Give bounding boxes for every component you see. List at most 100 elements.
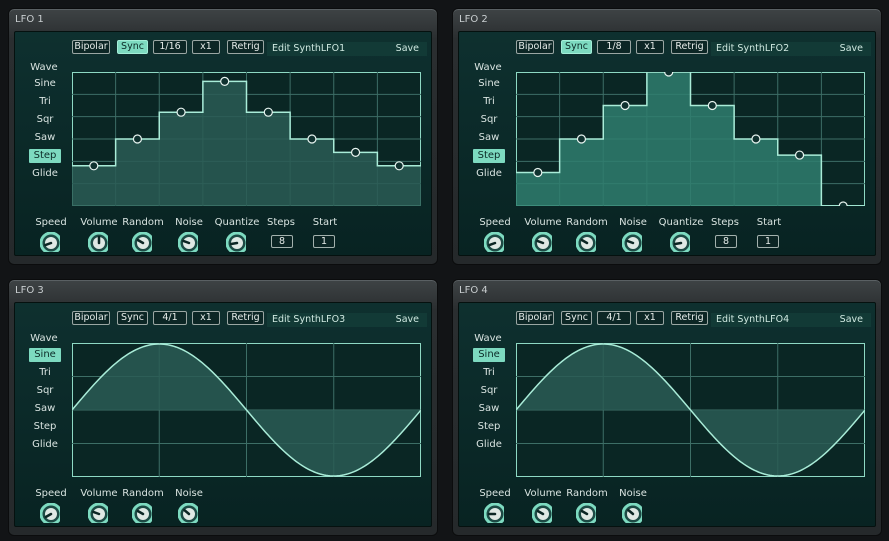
step-handle[interactable] [263, 107, 273, 117]
edit-label[interactable]: Edit SynthLFO4 [716, 313, 789, 327]
speed-knob[interactable] [40, 232, 60, 252]
bipolar-button[interactable]: Bipolar [516, 40, 554, 54]
noise-knob[interactable] [178, 232, 198, 252]
step-handle[interactable] [838, 201, 848, 206]
sync-button[interactable]: Sync [117, 40, 148, 54]
step-handle[interactable] [707, 100, 717, 111]
wave-option-step[interactable]: Step [473, 149, 505, 163]
wave-option-saw[interactable]: Saw [473, 402, 505, 416]
speed-knob[interactable] [40, 503, 60, 523]
bipolar-button[interactable]: Bipolar [72, 311, 110, 325]
wave-option-tri[interactable]: Tri [473, 366, 505, 380]
lfo-panel-2: LFO 2 Bipolar Sync 1/8 x1 Retrig Edit SynthLFO… [452, 8, 882, 265]
wave-option-sine[interactable]: Sine [473, 348, 505, 362]
start-field[interactable]: 1 [313, 235, 335, 248]
knob-label-noise: Noise [175, 488, 203, 499]
lfo-body: Bipolar Sync 4/1 x1 Retrig Edit SynthLFO3 Save… [14, 302, 432, 527]
wave-option-sine[interactable]: Sine [29, 77, 61, 91]
retrig-button[interactable]: Retrig [671, 40, 708, 54]
wave-option-step[interactable]: Step [29, 149, 61, 163]
random-knob[interactable] [132, 232, 152, 252]
step-handle[interactable] [220, 76, 230, 86]
save-button[interactable]: Save [396, 313, 419, 327]
step-handle[interactable] [307, 134, 317, 144]
noise-knob[interactable] [178, 503, 198, 523]
rate-field[interactable]: 1/16 [153, 40, 187, 54]
save-button[interactable]: Save [840, 313, 863, 327]
edit-label[interactable]: Edit SynthLFO1 [272, 42, 345, 56]
wave-option-sine[interactable]: Sine [29, 348, 61, 362]
multiplier-field[interactable]: x1 [636, 311, 664, 325]
wave-option-saw[interactable]: Saw [29, 402, 61, 416]
multiplier-field[interactable]: x1 [192, 40, 220, 54]
multiplier-field[interactable]: x1 [636, 40, 664, 54]
step-handle[interactable] [394, 161, 404, 171]
wave-option-sqr[interactable]: Sqr [473, 113, 505, 127]
lfo-waveform-graph[interactable] [516, 72, 865, 206]
wave-option-saw[interactable]: Saw [29, 131, 61, 145]
wave-option-glide[interactable]: Glide [29, 167, 61, 181]
rate-field[interactable]: 4/1 [597, 311, 631, 325]
edit-bar: Edit SynthLFO2 Save [711, 42, 871, 56]
wave-option-glide[interactable]: Glide [473, 167, 505, 181]
bipolar-button[interactable]: Bipolar [516, 311, 554, 325]
wave-option-tri[interactable]: Tri [29, 366, 61, 380]
wave-option-sine[interactable]: Sine [473, 77, 505, 91]
bipolar-button[interactable]: Bipolar [72, 40, 110, 54]
retrig-button[interactable]: Retrig [227, 311, 264, 325]
save-button[interactable]: Save [396, 42, 419, 56]
wave-option-sqr[interactable]: Sqr [473, 384, 505, 398]
steps-field[interactable]: 8 [715, 235, 737, 248]
wave-option-step[interactable]: Step [29, 420, 61, 434]
speed-knob[interactable] [484, 232, 504, 252]
sync-button[interactable]: Sync [561, 40, 592, 54]
sync-button[interactable]: Sync [561, 311, 592, 325]
step-handle[interactable] [132, 134, 143, 144]
random-knob[interactable] [132, 503, 152, 523]
wave-option-sqr[interactable]: Sqr [29, 113, 61, 127]
step-handle[interactable] [89, 161, 99, 171]
retrig-button[interactable]: Retrig [671, 311, 708, 325]
edit-label[interactable]: Edit SynthLFO3 [272, 313, 345, 327]
rate-field[interactable]: 1/8 [597, 40, 631, 54]
lfo-waveform-graph[interactable] [72, 343, 421, 477]
volume-knob[interactable] [532, 503, 552, 523]
wave-option-tri[interactable]: Tri [473, 95, 505, 109]
lfo-waveform-graph[interactable] [516, 343, 865, 477]
quantize-knob[interactable] [670, 232, 690, 252]
step-handle[interactable] [664, 72, 674, 77]
steps-field[interactable]: 8 [271, 235, 293, 248]
step-handle[interactable] [620, 100, 630, 111]
retrig-button[interactable]: Retrig [227, 40, 264, 54]
random-knob[interactable] [576, 232, 596, 252]
start-label: Start [312, 217, 338, 228]
noise-knob[interactable] [622, 232, 642, 252]
step-handle[interactable] [576, 134, 587, 144]
wave-option-glide[interactable]: Glide [473, 438, 505, 452]
quantize-knob[interactable] [226, 232, 246, 252]
volume-knob[interactable] [88, 232, 108, 252]
step-handle[interactable] [350, 147, 361, 158]
random-knob[interactable] [576, 503, 596, 523]
wave-option-tri[interactable]: Tri [29, 95, 61, 109]
volume-knob[interactable] [532, 232, 552, 252]
wave-option-sqr[interactable]: Sqr [29, 384, 61, 398]
sync-button[interactable]: Sync [117, 311, 148, 325]
speed-knob[interactable] [484, 503, 504, 523]
wave-option-saw[interactable]: Saw [473, 131, 505, 145]
save-button[interactable]: Save [840, 42, 863, 56]
rate-field[interactable]: 4/1 [153, 311, 187, 325]
multiplier-field[interactable]: x1 [192, 311, 220, 325]
lfo-waveform-graph[interactable] [72, 72, 421, 206]
volume-knob[interactable] [88, 503, 108, 523]
wave-option-glide[interactable]: Glide [29, 438, 61, 452]
step-handle[interactable] [794, 150, 805, 160]
step-handle[interactable] [176, 107, 186, 117]
wave-option-step[interactable]: Step [473, 420, 505, 434]
edit-label[interactable]: Edit SynthLFO2 [716, 42, 789, 56]
lfo-body: Bipolar Sync 4/1 x1 Retrig Edit SynthLFO4 Save… [458, 302, 876, 527]
step-handle[interactable] [751, 134, 761, 144]
noise-knob[interactable] [622, 503, 642, 523]
step-handle[interactable] [533, 167, 543, 178]
start-field[interactable]: 1 [757, 235, 779, 248]
